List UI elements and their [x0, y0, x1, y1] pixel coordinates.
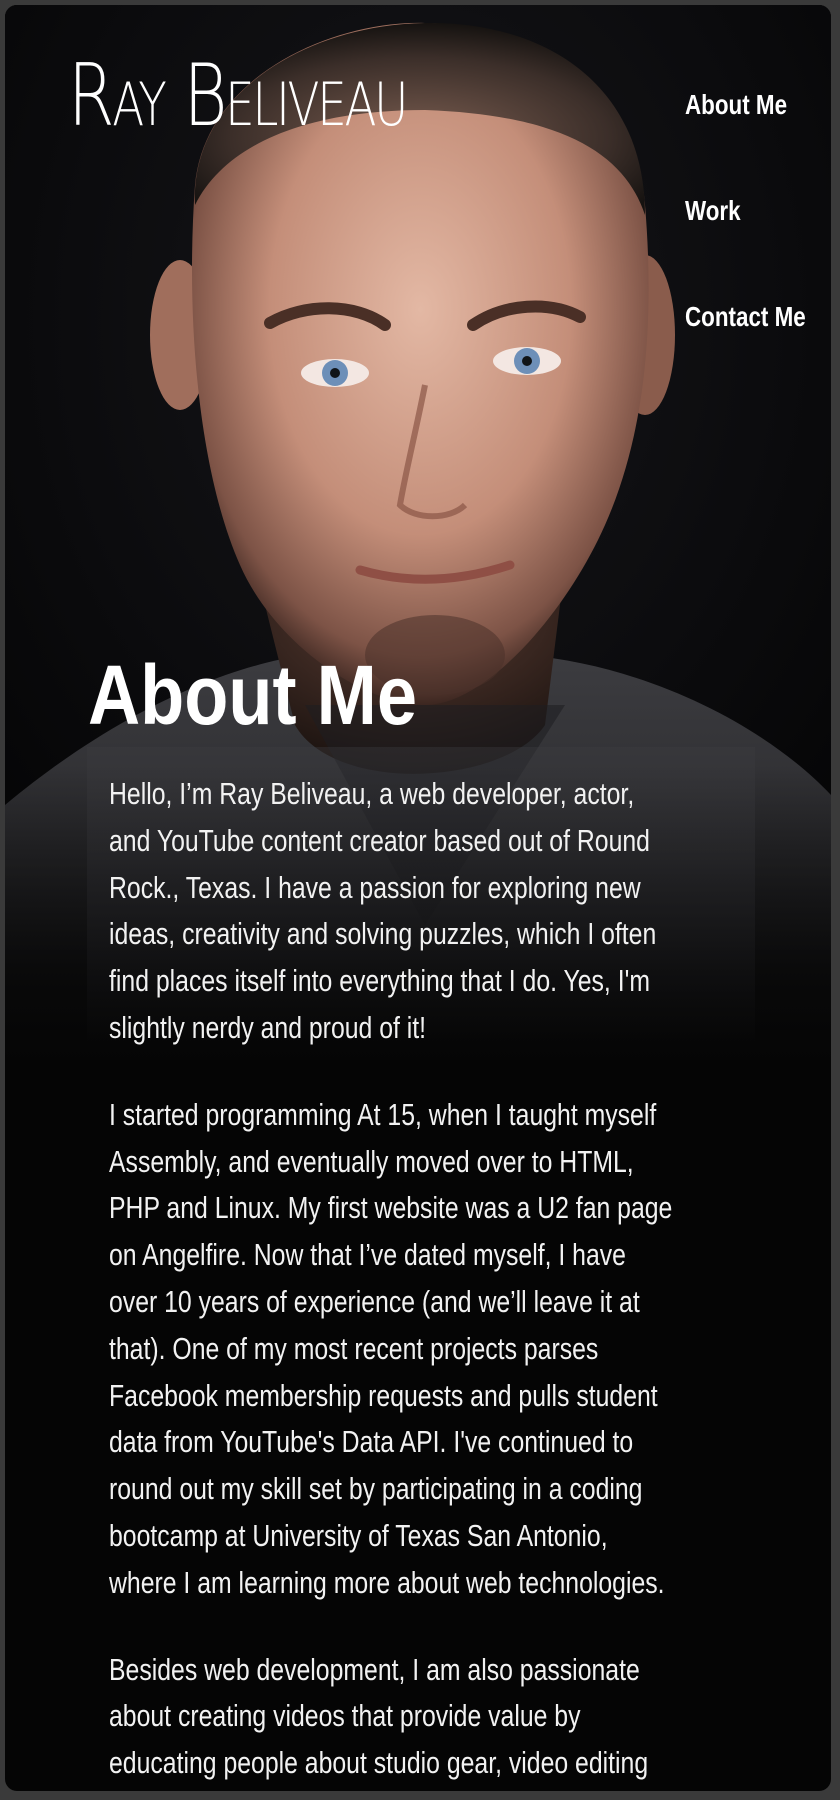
about-paragraph-videos: Besides web development, I am also passi… [109, 1651, 649, 1781]
nav-item-work[interactable]: Work [685, 189, 797, 233]
about-paragraph-programming: I started programming At 15, when I taug… [109, 1096, 673, 1600]
nav-item-about-me[interactable]: About Me [685, 83, 797, 127]
about-heading: About Me [88, 648, 418, 742]
about-body: Hello, I’m Ray Beliveau, a web developer… [109, 771, 673, 1791]
page-frame: Ray Beliveau About Me Work Contact Me Ab… [5, 5, 831, 1791]
nav-item-contact-me[interactable]: Contact Me [685, 295, 806, 339]
about-paragraph-intro: Hello, I’m Ray Beliveau, a web developer… [109, 776, 657, 1045]
site-title[interactable]: Ray Beliveau [68, 53, 408, 139]
main-nav: About Me Work Contact Me [685, 83, 825, 401]
